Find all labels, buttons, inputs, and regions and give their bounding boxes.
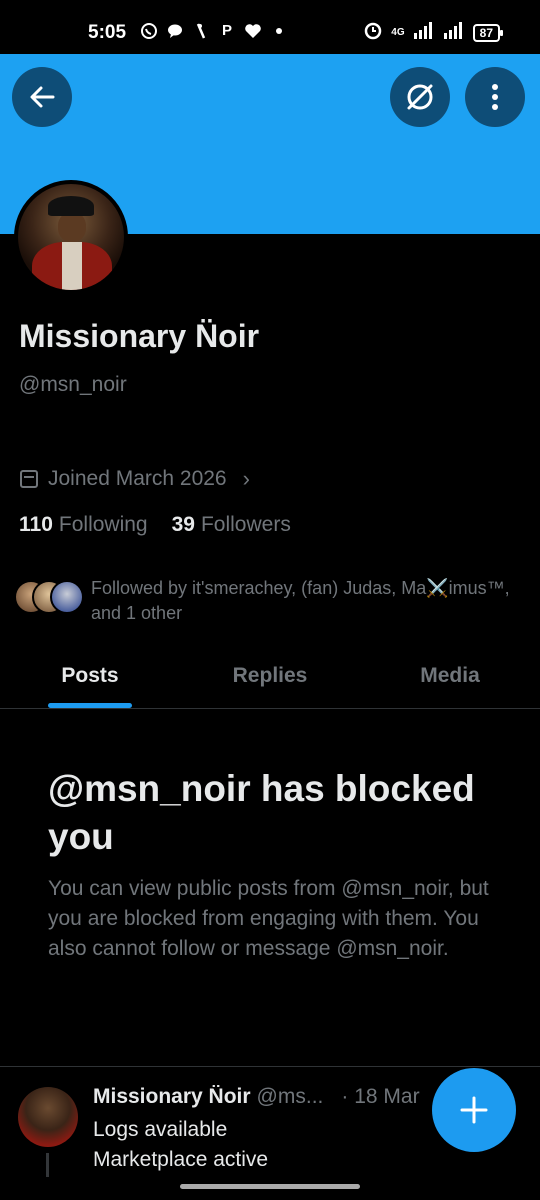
profile-handle: @msn_noir xyxy=(19,373,127,396)
grok-button[interactable] xyxy=(390,67,450,127)
whatsapp-icon xyxy=(140,22,158,40)
plus-icon xyxy=(460,1096,488,1124)
post-line: Logs available xyxy=(93,1118,228,1141)
post-header: Missionary N̈oir @ms... · 18 Mar xyxy=(93,1085,438,1109)
followers-you-know-avatars xyxy=(14,580,86,616)
chevron-right-icon: › xyxy=(242,466,250,491)
back-button[interactable] xyxy=(12,67,72,127)
post-avatar[interactable] xyxy=(18,1087,78,1147)
tab-media[interactable]: Media xyxy=(360,644,540,708)
signal-icon xyxy=(413,21,435,44)
profile-avatar[interactable] xyxy=(14,180,128,294)
followers-link[interactable]: 39 Followers xyxy=(172,513,291,537)
post-date: · 18 Mar xyxy=(341,1085,420,1108)
gesture-navigation-bar[interactable] xyxy=(180,1184,360,1189)
p-icon: P xyxy=(221,22,232,39)
tab-replies[interactable]: Replies xyxy=(180,644,360,708)
following-link[interactable]: 110 Following xyxy=(19,513,148,537)
post-author-handle: @ms... xyxy=(256,1085,324,1108)
blocked-title: @msn_noir has blocked you xyxy=(48,768,475,857)
grok-icon xyxy=(407,84,433,110)
notification-icons: P xyxy=(140,22,288,40)
status-bar: 5:05 P 4G 87 xyxy=(0,0,540,54)
followers-label: Followers xyxy=(200,513,291,536)
app-icon xyxy=(192,22,210,40)
follow-stats: 110 Following 39 Followers xyxy=(19,513,291,537)
more-vertical-icon xyxy=(492,84,498,110)
tab-posts[interactable]: Posts xyxy=(0,644,180,708)
arrow-left-icon xyxy=(30,86,55,108)
dot-icon xyxy=(270,22,288,40)
calendar-icon xyxy=(20,470,38,488)
alarm-icon xyxy=(363,20,383,45)
post-text: Logs available Marketplace active xyxy=(93,1115,268,1175)
system-icons: 4G 87 xyxy=(363,20,504,45)
post-line: Marketplace active xyxy=(93,1148,269,1171)
post-author-name: Missionary N̈oir xyxy=(93,1085,251,1108)
avatar xyxy=(50,580,84,614)
followers-count: 39 xyxy=(171,513,195,536)
profile-tabs: Posts Replies Media xyxy=(0,644,540,709)
joined-date: Joined March 2026 xyxy=(48,467,227,490)
more-options-button[interactable] xyxy=(465,67,525,127)
thread-line xyxy=(46,1153,49,1177)
joined-date-row[interactable]: Joined March 2026 › xyxy=(20,466,250,492)
profile-name: Missionary N̈oir xyxy=(19,318,260,354)
chat-icon xyxy=(166,22,184,40)
followed-by-text: Followed by it'smerachey, (fan) Judas, M… xyxy=(91,578,510,623)
signal-icon-2 xyxy=(443,21,465,44)
following-label: Following xyxy=(58,513,148,536)
following-count: 110 xyxy=(19,513,53,536)
blocked-description: You can view public posts from @msn_noir… xyxy=(48,877,489,960)
status-time: 5:05 xyxy=(88,22,127,43)
compose-button[interactable] xyxy=(432,1068,516,1152)
active-tab-indicator xyxy=(48,703,132,708)
network-type-label: 4G xyxy=(391,27,405,38)
followed-by-row[interactable]: Followed by it'smerachey, (fan) Judas, M… xyxy=(14,576,534,624)
battery-icon: 87 xyxy=(472,23,504,42)
heart-icon xyxy=(244,22,262,40)
